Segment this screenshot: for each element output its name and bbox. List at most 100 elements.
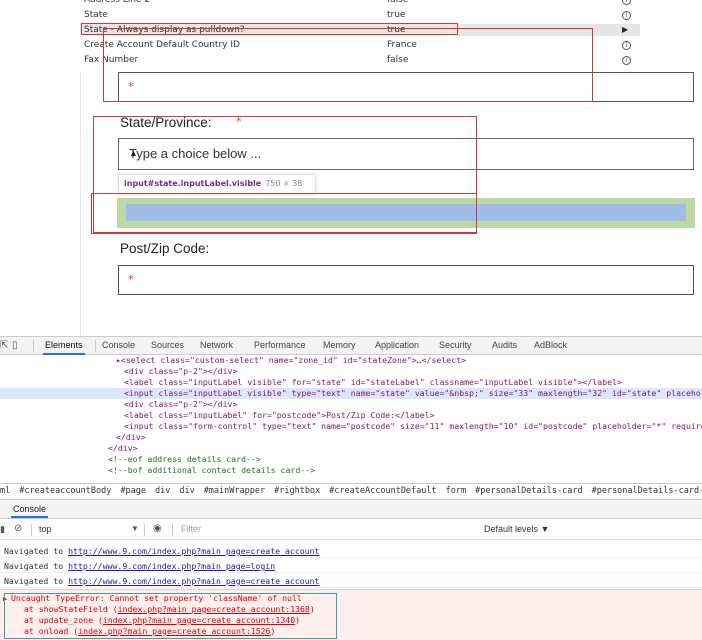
clear-console-icon[interactable]: ⊘ xyxy=(14,523,22,534)
tooltip-size: 750 × 38 xyxy=(265,179,303,188)
dom-node-div[interactable]: <div class="p-2"></div> xyxy=(0,399,702,410)
breadcrumb-item[interactable]: #personalDetails-card-body xyxy=(592,486,702,496)
eye-icon[interactable]: ◉ xyxy=(153,523,162,534)
chevron-updown-icon: ▲︎ xyxy=(129,148,138,158)
breadcrumb-item[interactable]: div xyxy=(179,486,194,496)
console-toolbar: ▮ ⊘ top ▼ ◉ Filter Default levels ▼ xyxy=(0,520,702,540)
console-error: ▶ Uncaught TypeError: Cannot set propert… xyxy=(0,589,702,640)
tab-elements[interactable]: Elements xyxy=(43,340,85,355)
breadcrumb-item[interactable]: #page xyxy=(120,486,146,496)
config-row[interactable]: Create Account Default Country ID France… xyxy=(80,39,640,51)
dom-node-close-div[interactable]: </div> xyxy=(0,443,702,454)
sidebar-toggle-icon[interactable]: ▮ xyxy=(0,524,5,535)
separator xyxy=(95,340,96,352)
message-prefix: Navigated to xyxy=(4,561,69,571)
config-key: State - Always display as pulldown? xyxy=(84,25,245,35)
message-link[interactable]: http://www.9.com/index.php?main_page=cre… xyxy=(68,576,319,586)
tab-network[interactable]: Network xyxy=(200,340,233,350)
expand-triangle-icon[interactable]: ▶ xyxy=(3,594,7,605)
separator xyxy=(33,340,34,352)
drawer-tab-strip: Console xyxy=(0,500,702,519)
previous-input-field[interactable]: * xyxy=(118,72,694,102)
configuration-table: Address Line 2 false i State true i Stat… xyxy=(80,0,640,72)
tab-audits[interactable]: Audits xyxy=(492,340,517,350)
required-asterisk: * xyxy=(128,273,134,286)
element-inspect-tooltip: input#state.inputLabel.visible 750 × 38 xyxy=(119,175,315,193)
breadcrumb-item[interactable]: div xyxy=(155,486,170,496)
tab-sources[interactable]: Sources xyxy=(151,340,184,350)
info-icon[interactable]: i xyxy=(622,10,631,20)
console-message: Navigated to http://www.9.com/index.php?… xyxy=(0,544,702,558)
play-arrow-icon[interactable]: ▶ xyxy=(622,24,628,36)
message-prefix: Navigated to xyxy=(4,546,69,556)
log-levels-dropdown[interactable]: Default levels ▼ xyxy=(484,524,549,534)
info-icon[interactable]: i xyxy=(622,55,631,65)
frame-link[interactable]: index.php?main_page=create_account:1526 xyxy=(78,626,270,636)
message-link[interactable]: http://www.9.com/index.php?main_page=cre… xyxy=(68,546,319,556)
frame-close: ) xyxy=(309,604,315,614)
info-icon[interactable]: i xyxy=(622,40,631,50)
caret-down-icon[interactable]: ▼ xyxy=(131,524,139,533)
breadcrumb-item[interactable]: #rightbox xyxy=(274,486,320,496)
breadcrumb-item[interactable]: #createaccountBody xyxy=(19,486,111,496)
frame-at: at showStateField ( xyxy=(24,604,118,614)
config-row[interactable]: Address Line 2 false i xyxy=(80,0,640,6)
tab-memory[interactable]: Memory xyxy=(323,340,356,350)
config-row-selected[interactable]: State - Always display as pulldown? true… xyxy=(80,24,640,36)
drawer-tab-console[interactable]: Console xyxy=(10,504,49,518)
info-icon[interactable]: i xyxy=(622,0,631,5)
dom-node-input-postcode[interactable]: <input class="form-control" type="text" … xyxy=(0,421,702,432)
frame-close: ) xyxy=(295,615,301,625)
state-input-highlight[interactable] xyxy=(126,204,686,221)
dom-node-label-state[interactable]: <label class="inputLabel visible" for="s… xyxy=(0,377,702,388)
config-row[interactable]: State true i xyxy=(80,9,640,21)
console-filter-input[interactable]: Filter xyxy=(181,524,201,534)
tab-application[interactable]: Application xyxy=(375,340,419,350)
dom-node-input-state[interactable]: <input class="inputLabel visible" type="… xyxy=(0,388,702,399)
config-key: State xyxy=(84,10,108,20)
devtools-tab-strip: ⇱ ▯ Elements Console Sources Network Per… xyxy=(0,336,702,355)
config-value: false xyxy=(387,0,409,5)
state-province-label: State/Province: xyxy=(120,115,212,130)
config-key: Address Line 2 xyxy=(84,0,151,5)
tooltip-selector: input#state.inputLabel.visible xyxy=(124,179,262,188)
dom-comment[interactable]: <!--eof address details card--> xyxy=(0,454,702,465)
message-link[interactable]: http://www.9.com/index.php?main_page=log… xyxy=(68,561,275,571)
postcode-input[interactable]: * xyxy=(118,265,694,295)
dom-comment[interactable]: <!--bof additional contact details card-… xyxy=(0,465,702,476)
dom-node-select[interactable]: ▸<select class="custom-select" name="zon… xyxy=(0,355,702,366)
dom-node-div[interactable]: <div class="p-2"></div> xyxy=(0,366,702,377)
stack-frame: at showStateField (index.php?main_page=c… xyxy=(24,604,315,615)
tab-adblock[interactable]: AdBlock xyxy=(534,340,567,350)
device-toolbar-icon[interactable]: ▯ xyxy=(12,340,18,351)
tab-security[interactable]: Security xyxy=(439,340,472,350)
frame-close: ) xyxy=(270,626,276,636)
required-asterisk: * xyxy=(236,115,242,128)
console-message: Navigated to http://www.9.com/index.php?… xyxy=(0,559,702,573)
inspect-element-icon[interactable]: ⇱ xyxy=(0,340,8,351)
error-title[interactable]: Uncaught TypeError: Cannot set property … xyxy=(11,593,302,604)
frame-link[interactable]: index.php?main_page=create_account:1368 xyxy=(118,604,310,614)
message-prefix: Navigated to xyxy=(4,576,69,586)
context-selector[interactable]: top xyxy=(39,524,52,534)
tab-performance[interactable]: Performance xyxy=(254,340,306,350)
dom-node-close-div[interactable]: </div> xyxy=(0,432,702,443)
tab-console[interactable]: Console xyxy=(102,340,135,350)
config-value: true xyxy=(387,25,406,35)
breadcrumb-item[interactable]: form xyxy=(446,486,466,496)
separator xyxy=(172,524,173,536)
form-preview: * State/Province: * Type a choice below … xyxy=(80,72,702,336)
breadcrumb-item[interactable]: #personalDetails-card xyxy=(475,486,582,496)
config-value: true xyxy=(387,10,406,20)
dom-node-label-postcode[interactable]: <label class="inputLabel" for="postcode"… xyxy=(0,410,702,421)
frame-at: at update_zone ( xyxy=(24,615,103,625)
post-zip-code-label: Post/Zip Code: xyxy=(120,241,210,256)
stack-frame: at update_zone (index.php?main_page=crea… xyxy=(24,615,300,626)
state-select[interactable]: Type a choice below ... ▲︎ xyxy=(118,138,694,170)
breadcrumb-item[interactable]: #mainWrapper xyxy=(204,486,265,496)
frame-at: at onload ( xyxy=(24,626,79,636)
breadcrumb-item[interactable]: #createAccountDefault xyxy=(329,486,436,496)
breadcrumb-item[interactable]: ml xyxy=(0,486,10,496)
frame-link[interactable]: index.php?main_page=create_account:1340 xyxy=(103,615,295,625)
config-row[interactable]: Fax Number false i xyxy=(80,54,640,66)
